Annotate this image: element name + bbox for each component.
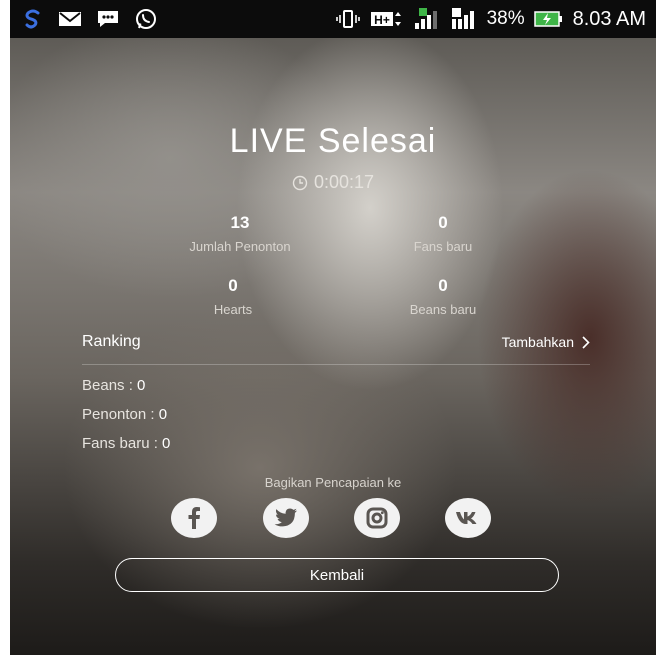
stat-viewers: 13 Jumlah Penonton <box>130 213 350 254</box>
stat-new-beans: 0 Beans baru <box>333 276 553 317</box>
ranking-item-label: Fans baru : <box>82 435 163 452</box>
twitter-icon <box>274 508 297 527</box>
ranking-item-new-fans: Fans baru : 0 <box>82 435 170 452</box>
share-vk-button[interactable] <box>445 498 491 538</box>
stat-viewers-label: Jumlah Penonton <box>189 239 291 254</box>
stat-new-fans: 0 Fans baru <box>333 213 553 254</box>
stat-viewers-value: 13 <box>230 213 250 232</box>
back-button[interactable]: Kembali <box>115 558 559 592</box>
ranking-item-value: 0 <box>158 406 168 423</box>
vk-icon <box>456 512 477 524</box>
share-instagram-button[interactable] <box>354 498 400 538</box>
ranking-header: Ranking Tambahkan <box>82 333 590 351</box>
ranking-item-value: 0 <box>162 435 171 452</box>
chevron-right-icon <box>582 335 590 349</box>
stat-hearts-value: 0 <box>228 276 238 295</box>
page-title: LIVE Selesai <box>229 122 437 160</box>
share-twitter-button[interactable] <box>263 498 309 538</box>
instagram-icon <box>366 507 388 529</box>
stat-new-fans-value: 0 <box>438 213 448 232</box>
phone-screen: H+ 38% 8.03 AM LIVE Selesai 0:00:17 13 J… <box>10 0 656 655</box>
ranking-item-beans: Beans : 0 <box>82 377 145 394</box>
duration-value: 0:00:17 <box>313 172 375 192</box>
ranking-item-label: Beans : <box>82 377 138 394</box>
add-ranking-button[interactable]: Tambahkan <box>502 334 590 350</box>
share-label: Bagikan Pencapaian ke <box>264 475 402 490</box>
add-ranking-label: Tambahkan <box>501 334 574 350</box>
ranking-item-viewers: Penonton : 0 <box>82 406 167 423</box>
facebook-icon <box>188 507 200 529</box>
share-facebook-button[interactable] <box>171 498 217 538</box>
stat-hearts-label: Hearts <box>213 302 253 317</box>
clock-icon <box>292 175 308 191</box>
stat-new-fans-label: Fans baru <box>413 239 473 254</box>
ranking-divider <box>82 364 590 365</box>
ranking-title: Ranking <box>82 333 141 350</box>
ranking-item-label: Penonton : <box>82 406 159 423</box>
live-duration: 0:00:17 <box>10 172 656 193</box>
stat-new-beans-label: Beans baru <box>409 302 477 317</box>
stat-hearts: 0 Hearts <box>123 276 343 317</box>
stat-new-beans-value: 0 <box>438 276 448 295</box>
ranking-item-value: 0 <box>137 377 146 394</box>
live-summary-panel: LIVE Selesai 0:00:17 13 Jumlah Penonton … <box>10 0 656 655</box>
